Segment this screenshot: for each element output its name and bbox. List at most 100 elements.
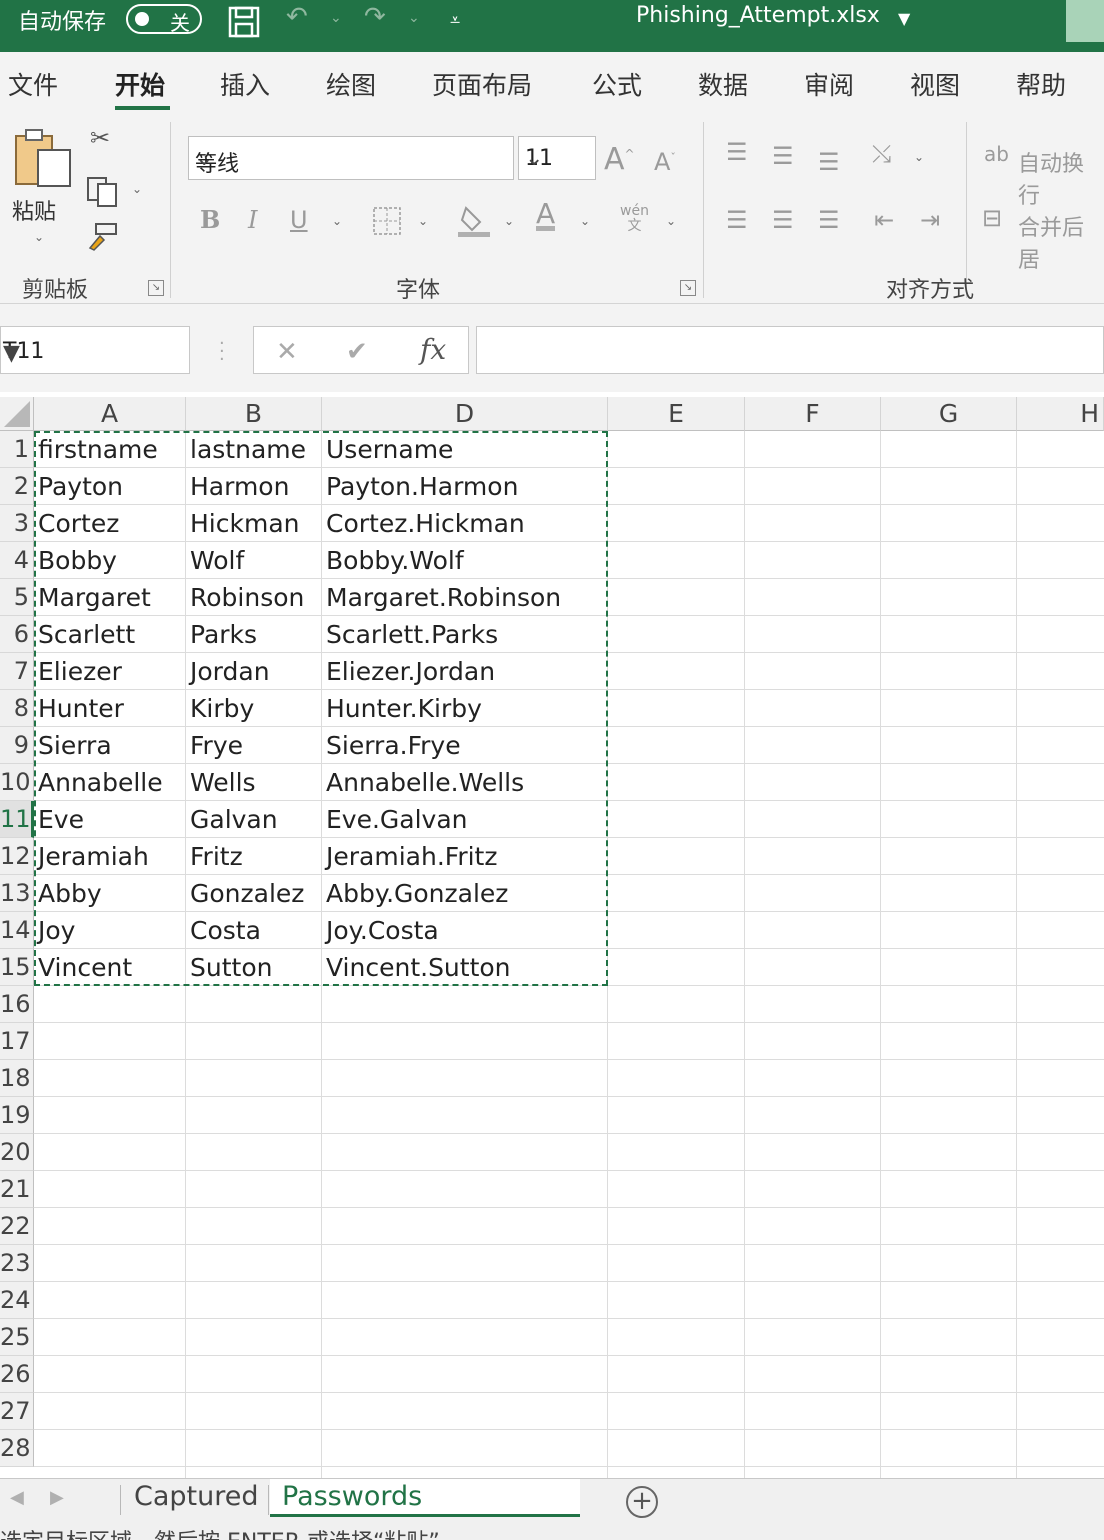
cell[interactable]: lastname <box>186 431 322 468</box>
autosave-toggle[interactable]: 关 <box>126 4 202 35</box>
decrease-indent-icon[interactable]: ⇤ <box>874 208 894 232</box>
cell[interactable]: Eve.Galvan <box>322 801 608 838</box>
cell[interactable]: Gonzalez <box>186 875 322 912</box>
column-header-f[interactable]: F <box>745 397 881 431</box>
cell[interactable]: Wells <box>186 764 322 801</box>
top-align-icon[interactable]: ☰ <box>726 140 748 164</box>
cell[interactable]: Vincent.Sutton <box>322 949 608 986</box>
row-header[interactable]: 19 <box>0 1097 34 1134</box>
row-header[interactable]: 20 <box>0 1134 34 1171</box>
cell[interactable]: Kirby <box>186 690 322 727</box>
orientation-dropdown-icon[interactable]: ⌄ <box>914 150 924 164</box>
row-header[interactable]: 28 <box>0 1430 34 1467</box>
font-color-dropdown-icon[interactable]: ⌄ <box>580 214 590 228</box>
save-icon[interactable] <box>228 6 260 43</box>
font-size-dropdown[interactable]: 11 ⌄ <box>518 136 596 180</box>
row-header[interactable]: 14 <box>0 912 34 949</box>
cell[interactable]: Sierra.Frye <box>322 727 608 764</box>
column-header-d[interactable]: D <box>322 397 608 431</box>
cell[interactable]: Payton <box>34 468 186 505</box>
row-header[interactable]: 15 <box>0 949 34 986</box>
cell[interactable]: Jeramiah.Fritz <box>322 838 608 875</box>
row-header[interactable]: 6 <box>0 616 34 653</box>
add-sheet-icon[interactable]: + <box>626 1486 658 1518</box>
sheet-tab-passwords[interactable]: Passwords 01082020 <box>270 1479 580 1540</box>
paste-dropdown-icon[interactable]: ⌄ <box>34 230 44 244</box>
cell[interactable]: Eve <box>34 801 186 838</box>
tab-draw[interactable]: 绘图 <box>326 66 376 102</box>
row-header[interactable]: 5 <box>0 579 34 616</box>
tab-view[interactable]: 视图 <box>910 66 960 102</box>
align-right-icon[interactable]: ☰ <box>818 208 840 232</box>
row-header[interactable]: 11 <box>0 801 34 838</box>
font-color-icon[interactable]: A <box>536 200 556 231</box>
column-header-g[interactable]: G <box>881 397 1017 431</box>
enter-check-icon[interactable]: ✔ <box>346 337 368 367</box>
cell[interactable]: Bobby.Wolf <box>322 542 608 579</box>
row-header[interactable]: 2 <box>0 468 34 505</box>
column-header-e[interactable]: E <box>608 397 745 431</box>
copy-dropdown-icon[interactable]: ⌄ <box>132 182 142 196</box>
tab-help[interactable]: 帮助 <box>1016 66 1066 102</box>
row-header[interactable]: 21 <box>0 1171 34 1208</box>
cell[interactable]: Abby <box>34 875 186 912</box>
align-center-icon[interactable]: ☰ <box>772 208 794 232</box>
cell[interactable]: firstname <box>34 431 186 468</box>
resize-grip-icon[interactable]: · · · <box>219 335 225 369</box>
account-area[interactable] <box>1066 0 1104 42</box>
phonetic-dropdown-icon[interactable]: ⌄ <box>666 214 676 228</box>
row-header[interactable]: 7 <box>0 653 34 690</box>
fill-color-dropdown-icon[interactable]: ⌄ <box>504 214 514 228</box>
name-box[interactable]: T11 ▼ <box>0 326 190 374</box>
cell[interactable]: Sutton <box>186 949 322 986</box>
underline-dropdown-icon[interactable]: ⌄ <box>332 214 342 228</box>
cell[interactable]: Jeramiah <box>34 838 186 875</box>
select-all-button[interactable] <box>0 397 34 431</box>
orientation-icon[interactable]: ⤯ <box>872 142 891 166</box>
decrease-font-size-icon[interactable]: Aˇ <box>654 146 676 174</box>
row-header[interactable]: 23 <box>0 1245 34 1282</box>
bottom-align-icon[interactable]: ☰ <box>818 150 840 174</box>
cell[interactable]: Margaret <box>34 579 186 616</box>
merge-center-label[interactable]: 合并后居 <box>1018 210 1104 274</box>
cell[interactable]: Payton.Harmon <box>322 468 608 505</box>
row-header[interactable]: 10 <box>0 764 34 801</box>
column-header-h[interactable]: H <box>1017 397 1104 431</box>
wrap-text-label[interactable]: 自动换行 <box>1018 146 1104 210</box>
file-name[interactable]: Phishing_Attempt.xlsx <box>636 3 880 28</box>
cell[interactable]: Joy <box>34 912 186 949</box>
customize-quick-access-icon[interactable]: ⩡ <box>450 8 460 34</box>
cell[interactable]: Hunter.Kirby <box>322 690 608 727</box>
cell[interactable]: Username <box>322 431 608 468</box>
italic-icon[interactable]: I <box>248 208 257 232</box>
row-header[interactable]: 4 <box>0 542 34 579</box>
row-header[interactable]: 3 <box>0 505 34 542</box>
borders-dropdown-icon[interactable]: ⌄ <box>418 214 428 228</box>
filename-dropdown-icon[interactable]: ▼ <box>898 6 910 32</box>
increase-font-size-icon[interactable]: A^ <box>604 142 635 175</box>
format-painter-icon[interactable] <box>86 222 120 256</box>
cell[interactable]: Margaret.Robinson <box>322 579 608 616</box>
cell[interactable]: Hunter <box>34 690 186 727</box>
row-header[interactable]: 13 <box>0 875 34 912</box>
tab-file[interactable]: 文件 <box>8 66 58 102</box>
phonetic-guide-icon[interactable]: wén 文 <box>620 204 649 234</box>
align-left-icon[interactable]: ☰ <box>726 208 748 232</box>
cell[interactable]: Scarlett.Parks <box>322 616 608 653</box>
tab-page-layout[interactable]: 页面布局 <box>432 66 532 102</box>
borders-icon[interactable] <box>372 206 402 240</box>
cell[interactable]: Jordan <box>186 653 322 690</box>
paste-label[interactable]: 粘贴 <box>12 194 56 226</box>
tab-data[interactable]: 数据 <box>698 66 748 102</box>
undo-icon[interactable]: ↶ <box>286 4 308 30</box>
sheet-tab-captured[interactable]: Captured <box>122 1479 271 1517</box>
cell[interactable]: Frye <box>186 727 322 764</box>
cut-icon[interactable]: ✂ <box>90 126 110 150</box>
cell[interactable]: Cortez <box>34 505 186 542</box>
cell[interactable]: Abby.Gonzalez <box>322 875 608 912</box>
paste-icon[interactable] <box>14 128 72 192</box>
cell[interactable]: Eliezer.Jordan <box>322 653 608 690</box>
font-name-dropdown[interactable]: 等线 ⌄ <box>188 136 514 180</box>
wrap-text-icon[interactable]: ab <box>984 142 1009 166</box>
row-header[interactable]: 26 <box>0 1356 34 1393</box>
